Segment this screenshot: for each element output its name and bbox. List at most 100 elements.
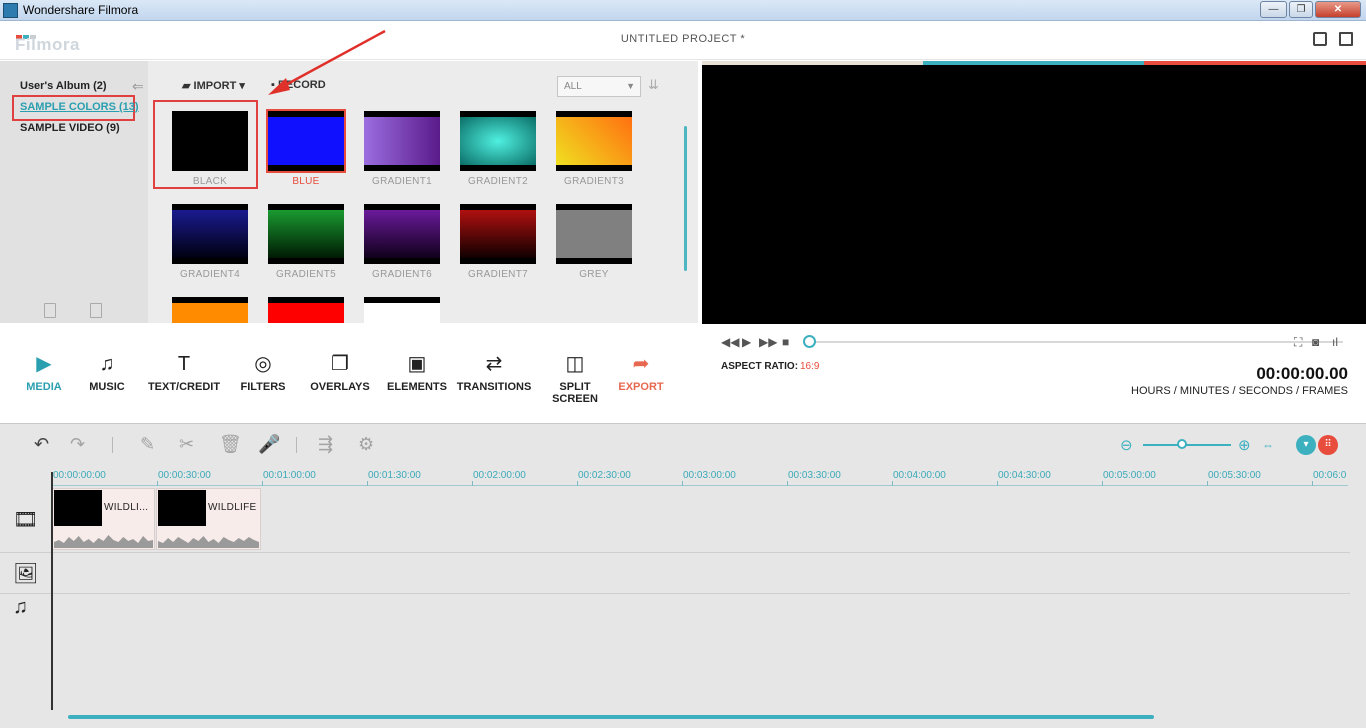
tab-filters[interactable]: ◎ FILTERS bbox=[223, 352, 303, 393]
tab-label: MUSIC bbox=[89, 381, 125, 393]
thumbnail-image bbox=[266, 109, 346, 173]
color-thumbnail[interactable] bbox=[364, 297, 440, 323]
scene-detect-icon[interactable]: ⇶ bbox=[318, 434, 333, 455]
ruler-tick bbox=[1102, 481, 1103, 486]
storyboard-icon[interactable]: ⠿ bbox=[1318, 435, 1338, 455]
color-thumbnail[interactable]: BLUE bbox=[266, 109, 346, 187]
zoom-out-icon[interactable]: ⊖ bbox=[1120, 436, 1133, 454]
color-thumbnail[interactable]: GRADIENT3 bbox=[556, 111, 632, 187]
ruler-tick bbox=[682, 481, 683, 486]
thumbnail-image bbox=[460, 204, 536, 264]
timeline-clip[interactable]: WILDLI... bbox=[52, 488, 155, 550]
timeline-scrollbar[interactable] bbox=[68, 715, 1154, 719]
thumbnail-label: GRADIENT6 bbox=[372, 269, 432, 280]
track-divider bbox=[0, 593, 1350, 594]
ruler-tick bbox=[472, 481, 473, 486]
aspect-ratio-value[interactable]: 16:9 bbox=[800, 361, 819, 372]
music-track-icon: ♫ bbox=[13, 596, 28, 618]
thumbnail-image bbox=[268, 297, 344, 323]
playback-scrubber[interactable] bbox=[809, 341, 1343, 343]
close-button[interactable]: ✕ bbox=[1315, 1, 1361, 18]
clip-name: WILDLI... bbox=[104, 502, 149, 513]
tab-overlays[interactable]: ❐ OVERLAYS bbox=[300, 352, 380, 393]
ruler-label: 00:03:30:00 bbox=[788, 470, 841, 481]
playhead[interactable] bbox=[51, 472, 53, 710]
highlight-box-black bbox=[153, 100, 258, 189]
rewind-icon[interactable]: ◀◀ bbox=[721, 335, 739, 349]
thumbnail-label: BLUE bbox=[292, 176, 320, 187]
menu-icon[interactable] bbox=[1339, 32, 1353, 46]
thumbnail-image bbox=[556, 111, 632, 171]
timecode: 00:00:00.00 bbox=[1256, 364, 1348, 383]
video-preview[interactable] bbox=[702, 61, 1366, 324]
tab-label: ELEMENTS bbox=[387, 381, 447, 393]
delete-icon[interactable]: 🗑 bbox=[219, 434, 242, 455]
color-thumbnail[interactable]: GREY bbox=[556, 204, 632, 280]
ruler-tick bbox=[787, 481, 788, 486]
ruler-tick bbox=[262, 481, 263, 486]
thumbnail-image bbox=[556, 204, 632, 264]
fit-timeline-icon[interactable]: ⇔ bbox=[1262, 438, 1274, 452]
fullscreen-icon[interactable]: ⛶ bbox=[1294, 335, 1302, 350]
timeline-clip[interactable]: WILDLIFE bbox=[156, 488, 261, 550]
zoom-slider[interactable] bbox=[1143, 444, 1231, 446]
settings-icon[interactable]: ⚙ bbox=[358, 434, 374, 455]
zoom-in-icon[interactable]: ⊕ bbox=[1238, 436, 1251, 454]
clip-thumbnail bbox=[54, 490, 102, 526]
zoom-slider-handle[interactable] bbox=[1177, 439, 1187, 449]
undo-icon[interactable]: ↶ bbox=[34, 434, 49, 455]
thumbnail-label: GREY bbox=[579, 269, 609, 280]
tab-icon: ⇄ bbox=[485, 353, 503, 375]
tab-elements[interactable]: ▣ ELEMENTS bbox=[377, 352, 457, 393]
volume-icon[interactable]: ıl bbox=[1332, 335, 1338, 349]
tab-export[interactable]: ➦ EXPORT bbox=[601, 352, 681, 393]
snapshot-icon[interactable]: ◙ bbox=[1312, 335, 1319, 349]
time-ruler[interactable] bbox=[52, 485, 1348, 486]
split-icon[interactable]: ✂ bbox=[179, 434, 194, 455]
ruler-label: 00:04:00:00 bbox=[893, 470, 946, 481]
save-icon[interactable] bbox=[1313, 32, 1327, 46]
color-thumbnail[interactable] bbox=[268, 297, 344, 323]
thumbnail-label: GRADIENT5 bbox=[276, 269, 336, 280]
tab-icon: ❐ bbox=[331, 353, 349, 375]
toolbar-separator bbox=[112, 437, 113, 453]
stop-icon[interactable]: ■ bbox=[782, 335, 789, 349]
ruler-label: 00:02:30:00 bbox=[578, 470, 631, 481]
thumbnail-label: GRADIENT4 bbox=[180, 269, 240, 280]
minimize-button[interactable]: — bbox=[1260, 1, 1287, 18]
ruler-tick bbox=[367, 481, 368, 486]
aspect-ratio-label: ASPECT RATIO: bbox=[721, 361, 799, 372]
scrubber-handle[interactable] bbox=[803, 335, 816, 348]
tab-music[interactable]: ♫ MUSIC bbox=[67, 352, 147, 393]
thumbnail-image bbox=[172, 204, 248, 264]
thumbnail-image bbox=[364, 111, 440, 171]
tab-icon: T bbox=[177, 353, 191, 375]
color-thumbnail[interactable]: GRADIENT4 bbox=[172, 204, 248, 280]
color-thumbnail[interactable]: GRADIENT5 bbox=[268, 204, 344, 280]
audio-waveform bbox=[54, 535, 153, 548]
restore-button[interactable]: ❐ bbox=[1289, 1, 1313, 18]
ruler-tick bbox=[157, 481, 158, 486]
color-thumbnail[interactable]: GRADIENT7 bbox=[460, 204, 536, 280]
fast-forward-icon[interactable]: ▶▶ bbox=[759, 335, 777, 349]
ruler-tick bbox=[1207, 481, 1208, 486]
color-thumbnail[interactable]: GRADIENT6 bbox=[364, 204, 440, 280]
color-thumbnail[interactable]: GRADIENT2 bbox=[460, 111, 536, 187]
ruler-label: 00:00:00:00 bbox=[53, 470, 106, 481]
ruler-label: 00:03:00:00 bbox=[683, 470, 736, 481]
voiceover-icon[interactable]: 🎤 bbox=[258, 434, 280, 455]
clip-name: WILDLIFE bbox=[208, 502, 257, 513]
color-thumbnail[interactable]: GRADIENT1 bbox=[364, 111, 440, 187]
thumbnail-image bbox=[364, 204, 440, 264]
tab-label: OVERLAYS bbox=[310, 381, 370, 393]
redo-icon[interactable]: ↷ bbox=[70, 434, 85, 455]
timeline-panel bbox=[0, 423, 1366, 728]
track-divider bbox=[0, 552, 1350, 553]
color-thumbnail[interactable] bbox=[172, 297, 248, 323]
edit-icon[interactable]: ✎ bbox=[140, 434, 155, 455]
tab-text-credit[interactable]: T TEXT/CREDIT bbox=[144, 352, 224, 393]
thumbnail-label: GRADIENT2 bbox=[468, 176, 528, 187]
play-icon[interactable]: ▶ bbox=[742, 335, 751, 349]
add-marker-icon[interactable]: ▾ bbox=[1296, 435, 1316, 455]
tab-transitions[interactable]: ⇄ TRANSITIONS bbox=[454, 352, 534, 393]
